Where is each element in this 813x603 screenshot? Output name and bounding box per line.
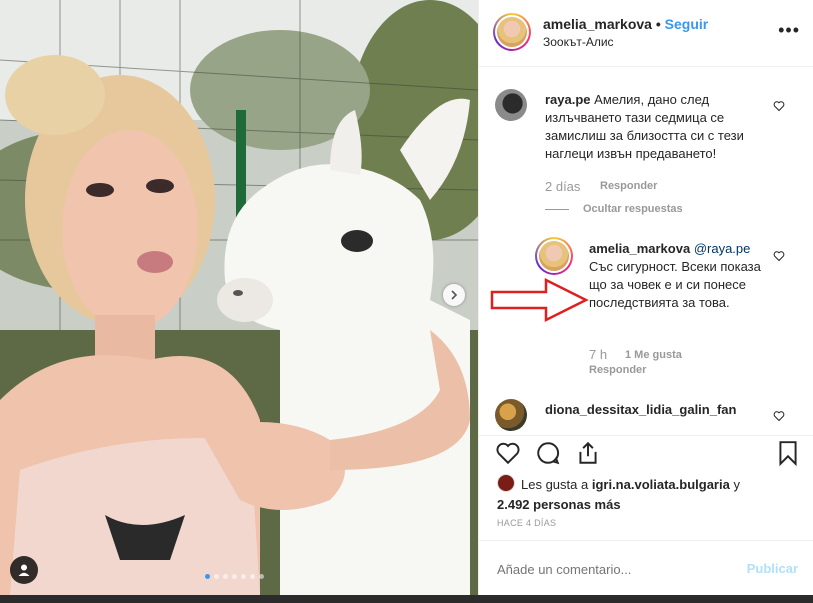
comment-icon[interactable] [535, 440, 561, 466]
carousel-dot [259, 574, 264, 579]
heart-icon[interactable] [495, 440, 521, 466]
post-header: amelia_markova • Seguir Зоокът-Алис ••• [479, 0, 813, 67]
carousel-dot [214, 574, 219, 579]
publish-button[interactable]: Publicar [747, 561, 798, 576]
reply-username[interactable]: amelia_markova [589, 241, 690, 256]
post-photo[interactable] [0, 0, 478, 595]
comment-input[interactable] [495, 561, 729, 578]
reply-mention[interactable]: @raya.pe [694, 241, 751, 256]
carousel-dot [241, 574, 246, 579]
carousel-dot [250, 574, 255, 579]
chevron-right-icon [451, 290, 458, 300]
reply-button[interactable]: Responder [600, 180, 657, 192]
separator-dot: • [655, 16, 661, 32]
likes-summary: Les gusta a igri.na.voliata.bulgaria y 2… [497, 474, 797, 515]
comments-list[interactable]: raya.pe Амелия, дано след излъчването та… [479, 67, 813, 435]
bookmark-icon[interactable] [775, 440, 801, 466]
post-timestamp[interactable]: HACE 4 DÍAS [497, 518, 556, 528]
photo-illustration [0, 0, 478, 595]
likes-prefix: Les gusta a [521, 477, 589, 492]
comment-username[interactable]: diona_dessitax_lidia_galin_fan [545, 402, 736, 417]
hide-replies-button[interactable]: Ocultar respuestas [545, 203, 683, 215]
reply-likes[interactable]: 1 Me gusta [625, 349, 682, 361]
comment-time: 2 días [545, 179, 581, 194]
person-icon [18, 564, 30, 576]
comment-body: diona_dessitax_lidia_galin_fan [545, 401, 765, 419]
reply-button[interactable]: Responder [589, 364, 646, 376]
author-avatar[interactable] [493, 13, 531, 51]
comment-body: raya.pe Амелия, дано след излъчването та… [545, 91, 765, 163]
follow-button[interactable]: Seguir [665, 16, 709, 32]
tagged-users-button[interactable] [10, 556, 38, 584]
carousel-indicator [205, 574, 264, 579]
liker-username[interactable]: igri.na.voliata.bulgaria [592, 477, 730, 492]
heart-icon[interactable] [773, 100, 785, 112]
feed-strip [0, 595, 813, 603]
carousel-dot [232, 574, 237, 579]
reply-text: Със сигурност. Всеки показа що за човек … [589, 259, 761, 310]
heart-icon[interactable] [773, 410, 785, 422]
add-comment-section: Publicar [479, 540, 813, 596]
reply-avatar[interactable] [535, 237, 573, 275]
more-options-icon[interactable]: ••• [778, 20, 800, 41]
reply-time: 7 h [589, 347, 608, 362]
likes-count[interactable]: 2.492 personas más [497, 497, 621, 512]
post-location[interactable]: Зоокът-Алис [543, 35, 614, 49]
comment-avatar[interactable] [495, 399, 527, 431]
author-username[interactable]: amelia_markova [543, 16, 652, 32]
comment-username[interactable]: raya.pe [545, 92, 591, 107]
heart-icon[interactable] [773, 250, 785, 262]
hide-replies-label: Ocultar respuestas [583, 203, 683, 215]
reply-body: amelia_markova @raya.pe Със сигурност. В… [589, 240, 763, 312]
red-arrow-annotation [490, 277, 589, 323]
liker-avatar[interactable] [497, 474, 515, 492]
carousel-dot [223, 574, 228, 579]
action-bar [479, 435, 813, 476]
share-icon[interactable] [575, 440, 601, 466]
likes-and: y [733, 477, 740, 492]
comment-avatar[interactable] [495, 89, 527, 121]
carousel-dot [205, 574, 210, 579]
next-slide-button[interactable] [443, 284, 465, 306]
